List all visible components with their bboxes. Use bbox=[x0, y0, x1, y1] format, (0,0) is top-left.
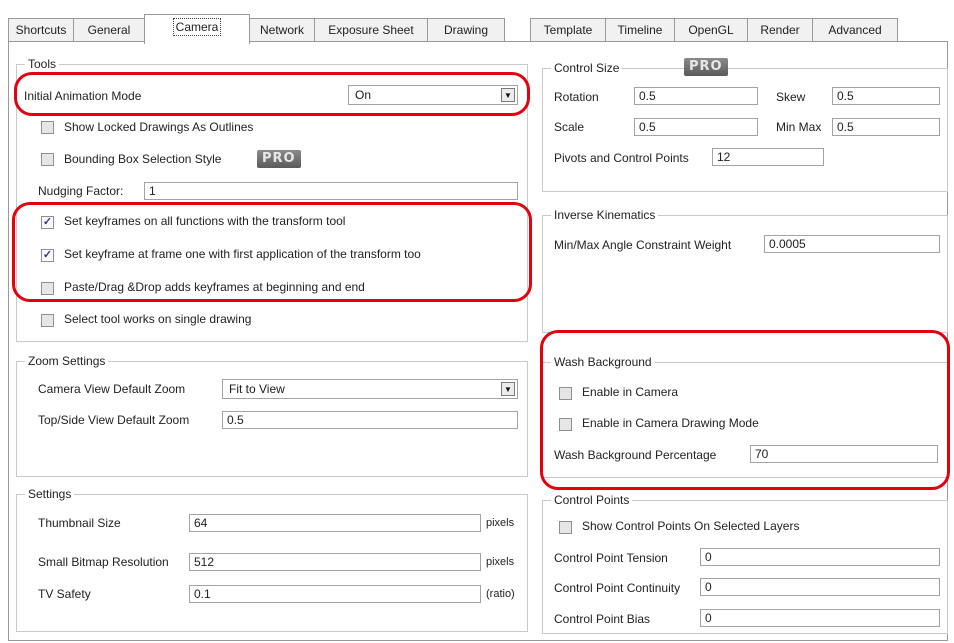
bounding-box-checkbox[interactable] bbox=[41, 153, 54, 166]
thumbnail-size-unit: pixels bbox=[486, 517, 515, 529]
thumbnail-size-input[interactable]: 64 bbox=[189, 514, 481, 532]
tab-label: Camera bbox=[172, 18, 222, 36]
angle-constraint-weight-input[interactable]: 0.0005 bbox=[764, 235, 940, 253]
tab-label: Template bbox=[543, 23, 593, 37]
pivots-control-points-label: Pivots and Control Points bbox=[554, 151, 689, 165]
initial-animation-mode-label: Initial Animation Mode bbox=[24, 89, 142, 103]
paste-drag-drop-checkbox[interactable] bbox=[41, 282, 54, 295]
tab-drawing[interactable]: Drawing bbox=[427, 18, 505, 42]
skew-label: Skew bbox=[776, 90, 806, 104]
control-point-bias-input[interactable]: 0 bbox=[700, 609, 940, 627]
control-size-title: Control Size bbox=[551, 60, 623, 76]
show-control-points-checkbox[interactable] bbox=[559, 521, 572, 534]
set-keyframes-all-label: Set keyframes on all functions with the … bbox=[64, 214, 346, 228]
control-point-tension-input[interactable]: 0 bbox=[700, 548, 940, 566]
min-max-input[interactable]: 0.5 bbox=[832, 118, 940, 136]
camera-view-zoom-value: Fit to View bbox=[229, 382, 285, 396]
bounding-box-label: Bounding Box Selection Style bbox=[64, 152, 222, 166]
show-locked-drawings-label: Show Locked Drawings As Outlines bbox=[64, 120, 254, 134]
tab-opengl[interactable]: OpenGL bbox=[674, 18, 748, 42]
control-point-continuity-input[interactable]: 0 bbox=[700, 578, 940, 596]
nudging-factor-label: Nudging Factor: bbox=[38, 184, 124, 198]
initial-animation-mode-value: On bbox=[355, 88, 372, 102]
settings-title: Settings bbox=[25, 486, 75, 502]
pro-badge: PRO bbox=[684, 58, 728, 76]
rotation-input[interactable]: 0.5 bbox=[634, 87, 758, 105]
tab-label: Timeline bbox=[617, 23, 663, 37]
tab-template[interactable]: Template bbox=[530, 18, 606, 42]
tab-render[interactable]: Render bbox=[747, 18, 813, 42]
enable-in-camera-drawing-mode-label: Enable in Camera Drawing Mode bbox=[582, 416, 759, 430]
select-tool-single-drawing-label: Select tool works on single drawing bbox=[64, 312, 252, 326]
scale-input[interactable]: 0.5 bbox=[634, 118, 758, 136]
tab-label: Advanced bbox=[828, 23, 882, 37]
tab-exposure-sheet[interactable]: Exposure Sheet bbox=[314, 18, 428, 42]
thumbnail-size-label: Thumbnail Size bbox=[38, 516, 121, 530]
dropdown-arrow-icon[interactable]: ▼ bbox=[501, 88, 515, 102]
tab-network[interactable]: Network bbox=[249, 18, 315, 42]
nudging-factor-input[interactable]: 1 bbox=[144, 182, 518, 200]
small-bitmap-resolution-unit: pixels bbox=[486, 556, 515, 568]
tab-camera[interactable]: Camera bbox=[144, 14, 250, 44]
tab-timeline[interactable]: Timeline bbox=[605, 18, 675, 42]
tv-safety-input[interactable]: 0.1 bbox=[189, 585, 481, 603]
control-point-tension-label: Control Point Tension bbox=[554, 551, 668, 565]
paste-drag-drop-label: Paste/Drag &Drop adds keyframes at begin… bbox=[64, 280, 365, 294]
wash-background-title: Wash Background bbox=[551, 354, 655, 370]
control-points-title: Control Points bbox=[551, 492, 633, 508]
control-point-bias-label: Control Point Bias bbox=[554, 612, 651, 626]
set-keyframe-frame-one-checkbox[interactable]: ✓ bbox=[41, 249, 54, 262]
enable-in-camera-drawing-mode-checkbox[interactable] bbox=[559, 418, 572, 431]
tab-advanced[interactable]: Advanced bbox=[812, 18, 898, 42]
preferences-tab-strip: Shortcuts General Camera Network Exposur… bbox=[8, 14, 938, 44]
camera-view-zoom-select[interactable]: Fit to View ▼ bbox=[222, 379, 518, 399]
inverse-kinematics-group: Inverse Kinematics bbox=[542, 207, 948, 333]
min-max-label: Min Max bbox=[776, 120, 822, 134]
show-control-points-label: Show Control Points On Selected Layers bbox=[582, 519, 800, 533]
pivots-control-points-input[interactable]: 12 bbox=[712, 148, 824, 166]
top-side-zoom-input[interactable]: 0.5 bbox=[222, 411, 518, 429]
tab-shortcuts[interactable]: Shortcuts bbox=[8, 18, 74, 42]
enable-in-camera-label: Enable in Camera bbox=[582, 385, 679, 399]
show-locked-drawings-checkbox[interactable] bbox=[41, 121, 54, 134]
tab-label: General bbox=[87, 23, 131, 37]
dropdown-arrow-icon[interactable]: ▼ bbox=[501, 382, 515, 396]
wash-background-percentage-label: Wash Background Percentage bbox=[554, 448, 717, 462]
tools-group-title: Tools bbox=[25, 56, 60, 72]
enable-in-camera-checkbox[interactable] bbox=[559, 387, 572, 400]
pro-badge: PRO bbox=[257, 150, 301, 168]
select-tool-single-drawing-checkbox[interactable] bbox=[41, 314, 54, 327]
set-keyframe-frame-one-label: Set keyframe at frame one with first app… bbox=[64, 247, 421, 261]
tab-label: OpenGL bbox=[688, 23, 734, 37]
wash-background-percentage-input[interactable]: 70 bbox=[750, 445, 938, 463]
tv-safety-unit: (ratio) bbox=[486, 588, 515, 600]
tab-label: Drawing bbox=[443, 23, 488, 37]
tab-label: Network bbox=[259, 23, 304, 37]
tab-label: Shortcuts bbox=[15, 23, 67, 37]
scale-label: Scale bbox=[554, 120, 585, 134]
tab-label: Render bbox=[760, 23, 800, 37]
camera-view-zoom-label: Camera View Default Zoom bbox=[38, 382, 186, 396]
inverse-kinematics-title: Inverse Kinematics bbox=[551, 207, 659, 223]
tab-label: Exposure Sheet bbox=[328, 23, 414, 37]
top-side-zoom-label: Top/Side View Default Zoom bbox=[38, 413, 190, 427]
small-bitmap-resolution-label: Small Bitmap Resolution bbox=[38, 555, 169, 569]
tab-general[interactable]: General bbox=[73, 18, 145, 42]
rotation-label: Rotation bbox=[554, 90, 599, 104]
skew-input[interactable]: 0.5 bbox=[832, 87, 940, 105]
zoom-settings-title: Zoom Settings bbox=[25, 353, 109, 369]
initial-animation-mode-select[interactable]: On ▼ bbox=[348, 85, 518, 105]
tv-safety-label: TV Safety bbox=[38, 587, 91, 601]
tools-group: Tools bbox=[16, 56, 528, 342]
small-bitmap-resolution-input[interactable]: 512 bbox=[189, 553, 481, 571]
angle-constraint-weight-label: Min/Max Angle Constraint Weight bbox=[554, 238, 732, 252]
control-point-continuity-label: Control Point Continuity bbox=[554, 581, 681, 595]
set-keyframes-all-checkbox[interactable]: ✓ bbox=[41, 216, 54, 229]
